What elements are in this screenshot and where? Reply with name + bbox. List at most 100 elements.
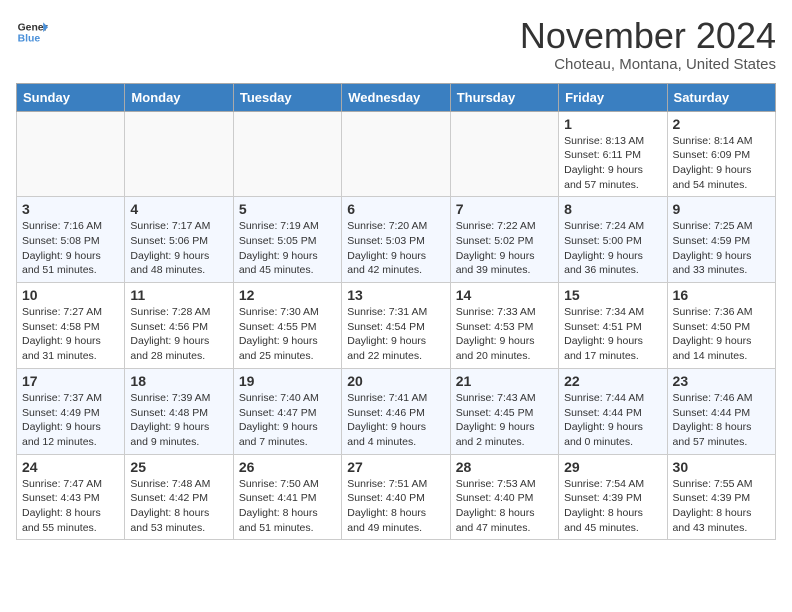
day-number: 24 (22, 459, 119, 475)
calendar-cell (233, 111, 341, 197)
day-number: 8 (564, 201, 661, 217)
page-container: General Blue November 2024 Choteau, Mont… (0, 0, 792, 548)
calendar-cell: 30Sunrise: 7:55 AM Sunset: 4:39 PM Dayli… (667, 454, 775, 540)
day-info: Sunrise: 7:54 AM Sunset: 4:39 PM Dayligh… (564, 477, 661, 536)
day-number: 3 (22, 201, 119, 217)
day-info: Sunrise: 7:31 AM Sunset: 4:54 PM Dayligh… (347, 305, 444, 364)
logo-icon: General Blue (16, 16, 48, 48)
day-number: 10 (22, 287, 119, 303)
calendar-cell: 2 Sunrise: 8:14 AM Sunset: 6:09 PM Daylig… (667, 111, 775, 197)
day-number: 15 (564, 287, 661, 303)
day-number: 4 (130, 201, 227, 217)
calendar-cell: 22Sunrise: 7:44 AM Sunset: 4:44 PM Dayli… (559, 368, 667, 454)
day-number: 9 (673, 201, 770, 217)
day-info: Sunrise: 7:46 AM Sunset: 4:44 PM Dayligh… (673, 391, 770, 450)
calendar-cell: 27Sunrise: 7:51 AM Sunset: 4:40 PM Dayli… (342, 454, 450, 540)
day-number: 19 (239, 373, 336, 389)
calendar-cell: 5Sunrise: 7:19 AM Sunset: 5:05 PM Daylig… (233, 197, 341, 283)
calendar-cell: 18Sunrise: 7:39 AM Sunset: 4:48 PM Dayli… (125, 368, 233, 454)
day-info: Sunrise: 7:19 AM Sunset: 5:05 PM Dayligh… (239, 219, 336, 278)
weekday-header: Tuesday (233, 83, 341, 111)
header: General Blue November 2024 Choteau, Mont… (16, 16, 776, 73)
month-title: November 2024 (520, 16, 776, 56)
day-info: Sunrise: 8:14 AM Sunset: 6:09 PM Dayligh… (673, 134, 770, 193)
calendar-cell: 17 Sunrise: 7:37 AM Sunset: 4:49 PM Dayli… (17, 368, 125, 454)
day-number: 14 (456, 287, 553, 303)
calendar-cell: 3 Sunrise: 7:16 AM Sunset: 5:08 PM Daylig… (17, 197, 125, 283)
calendar-table: SundayMondayTuesdayWednesdayThursdayFrid… (16, 83, 776, 541)
calendar-cell: 21 Sunrise: 7:43 AM Sunset: 4:45 PM Dayli… (450, 368, 558, 454)
calendar-week-row: 17 Sunrise: 7:37 AM Sunset: 4:49 PM Dayli… (17, 368, 776, 454)
calendar-cell: 23 Sunrise: 7:46 AM Sunset: 4:44 PM Dayli… (667, 368, 775, 454)
weekday-header: Saturday (667, 83, 775, 111)
day-info: Sunrise: 7:17 AM Sunset: 5:06 PM Dayligh… (130, 219, 227, 278)
day-info: Sunrise: 7:43 AM Sunset: 4:45 PM Dayligh… (456, 391, 553, 450)
day-info: Sunrise: 7:40 AM Sunset: 4:47 PM Dayligh… (239, 391, 336, 450)
weekday-header: Sunday (17, 83, 125, 111)
day-number: 7 (456, 201, 553, 217)
calendar-cell: 28 Sunrise: 7:53 AM Sunset: 4:40 PM Dayli… (450, 454, 558, 540)
day-info: Sunrise: 7:25 AM Sunset: 4:59 PM Dayligh… (673, 219, 770, 278)
title-block: November 2024 Choteau, Montana, United S… (520, 16, 776, 73)
day-info: Sunrise: 7:39 AM Sunset: 4:48 PM Dayligh… (130, 391, 227, 450)
day-number: 6 (347, 201, 444, 217)
day-info: Sunrise: 7:22 AM Sunset: 5:02 PM Dayligh… (456, 219, 553, 278)
day-info: Sunrise: 7:55 AM Sunset: 4:39 PM Dayligh… (673, 477, 770, 536)
weekday-header: Friday (559, 83, 667, 111)
day-info: Sunrise: 7:34 AM Sunset: 4:51 PM Dayligh… (564, 305, 661, 364)
weekday-header-row: SundayMondayTuesdayWednesdayThursdayFrid… (17, 83, 776, 111)
calendar-cell: 20 Sunrise: 7:41 AM Sunset: 4:46 PM Dayli… (342, 368, 450, 454)
location: Choteau, Montana, United States (520, 56, 776, 73)
day-number: 2 (673, 116, 770, 132)
day-info: Sunrise: 7:51 AM Sunset: 4:40 PM Dayligh… (347, 477, 444, 536)
calendar-cell: 9 Sunrise: 7:25 AM Sunset: 4:59 PM Daylig… (667, 197, 775, 283)
calendar-cell: 25 Sunrise: 7:48 AM Sunset: 4:42 PM Dayli… (125, 454, 233, 540)
day-info: Sunrise: 7:30 AM Sunset: 4:55 PM Dayligh… (239, 305, 336, 364)
day-number: 13 (347, 287, 444, 303)
calendar-cell (450, 111, 558, 197)
calendar-body: 1 Sunrise: 8:13 AM Sunset: 6:11 PM Daylig… (17, 111, 776, 540)
calendar-cell: 8 Sunrise: 7:24 AM Sunset: 5:00 PM Daylig… (559, 197, 667, 283)
day-info: Sunrise: 7:27 AM Sunset: 4:58 PM Dayligh… (22, 305, 119, 364)
calendar-week-row: 10 Sunrise: 7:27 AM Sunset: 4:58 PM Dayli… (17, 283, 776, 369)
day-info: Sunrise: 7:28 AM Sunset: 4:56 PM Dayligh… (130, 305, 227, 364)
calendar-cell: 4 Sunrise: 7:17 AM Sunset: 5:06 PM Daylig… (125, 197, 233, 283)
day-number: 20 (347, 373, 444, 389)
calendar-week-row: 1 Sunrise: 8:13 AM Sunset: 6:11 PM Daylig… (17, 111, 776, 197)
calendar-cell: 6 Sunrise: 7:20 AM Sunset: 5:03 PM Daylig… (342, 197, 450, 283)
calendar-cell: 15 Sunrise: 7:34 AM Sunset: 4:51 PM Dayli… (559, 283, 667, 369)
day-info: Sunrise: 7:37 AM Sunset: 4:49 PM Dayligh… (22, 391, 119, 450)
day-info: Sunrise: 7:48 AM Sunset: 4:42 PM Dayligh… (130, 477, 227, 536)
calendar-cell: 29 Sunrise: 7:54 AM Sunset: 4:39 PM Dayli… (559, 454, 667, 540)
day-number: 28 (456, 459, 553, 475)
weekday-header: Wednesday (342, 83, 450, 111)
day-number: 23 (673, 373, 770, 389)
day-info: Sunrise: 8:13 AM Sunset: 6:11 PM Dayligh… (564, 134, 661, 193)
day-info: Sunrise: 7:53 AM Sunset: 4:40 PM Dayligh… (456, 477, 553, 536)
day-number: 17 (22, 373, 119, 389)
svg-text:Blue: Blue (18, 34, 41, 45)
day-info: Sunrise: 7:16 AM Sunset: 5:08 PM Dayligh… (22, 219, 119, 278)
day-number: 1 (564, 116, 661, 132)
day-info: Sunrise: 7:20 AM Sunset: 5:03 PM Dayligh… (347, 219, 444, 278)
day-info: Sunrise: 7:41 AM Sunset: 4:46 PM Dayligh… (347, 391, 444, 450)
day-number: 26 (239, 459, 336, 475)
day-info: Sunrise: 7:36 AM Sunset: 4:50 PM Dayligh… (673, 305, 770, 364)
weekday-header: Thursday (450, 83, 558, 111)
day-number: 25 (130, 459, 227, 475)
day-number: 29 (564, 459, 661, 475)
day-number: 11 (130, 287, 227, 303)
calendar-cell: 12Sunrise: 7:30 AM Sunset: 4:55 PM Dayli… (233, 283, 341, 369)
calendar-week-row: 24Sunrise: 7:47 AM Sunset: 4:43 PM Dayli… (17, 454, 776, 540)
day-info: Sunrise: 7:50 AM Sunset: 4:41 PM Dayligh… (239, 477, 336, 536)
calendar-cell (342, 111, 450, 197)
calendar-cell: 19 Sunrise: 7:40 AM Sunset: 4:47 PM Dayli… (233, 368, 341, 454)
day-number: 21 (456, 373, 553, 389)
calendar-cell: 14Sunrise: 7:33 AM Sunset: 4:53 PM Dayli… (450, 283, 558, 369)
calendar-cell: 10 Sunrise: 7:27 AM Sunset: 4:58 PM Dayli… (17, 283, 125, 369)
day-info: Sunrise: 7:24 AM Sunset: 5:00 PM Dayligh… (564, 219, 661, 278)
calendar-cell (17, 111, 125, 197)
calendar-cell (125, 111, 233, 197)
calendar-cell: 7 Sunrise: 7:22 AM Sunset: 5:02 PM Daylig… (450, 197, 558, 283)
weekday-header: Monday (125, 83, 233, 111)
